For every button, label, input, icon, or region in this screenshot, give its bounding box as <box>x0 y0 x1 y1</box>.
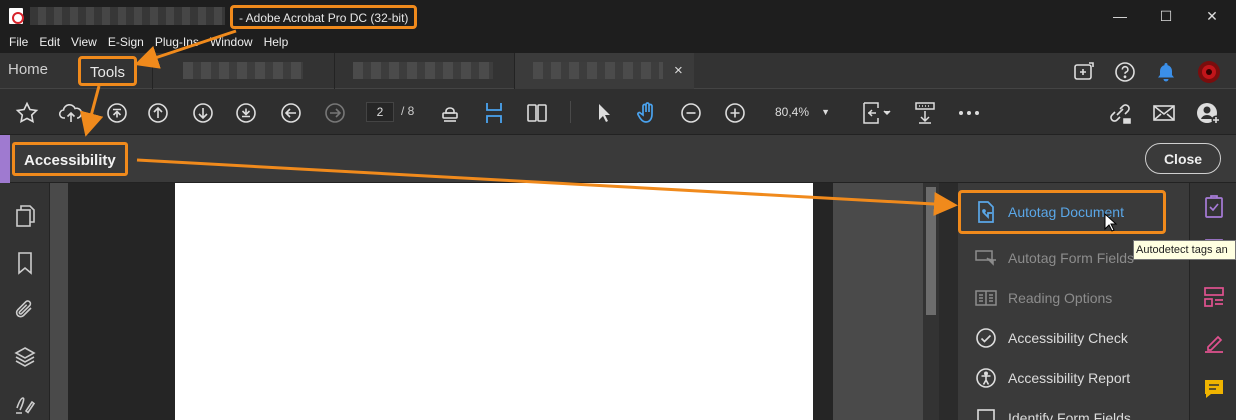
close-tool-button[interactable]: Close <box>1145 143 1221 174</box>
two-page-view-icon[interactable] <box>524 100 550 126</box>
page-number-input[interactable]: 2 <box>366 102 394 122</box>
accessibility-tool-icon[interactable] <box>1200 193 1228 221</box>
zoom-level-value: 80,4% <box>775 105 810 119</box>
pdf-page[interactable] <box>175 183 813 420</box>
redacted-tab-title <box>533 62 663 79</box>
scrollbar-thumb[interactable] <box>926 187 936 315</box>
share-review-icon[interactable] <box>1071 60 1097 84</box>
document-tab[interactable] <box>152 53 334 89</box>
menu-view[interactable]: View <box>66 33 103 53</box>
tab-home[interactable]: Home <box>8 61 48 78</box>
menu-help[interactable]: Help <box>259 33 295 53</box>
accessibility-report-icon <box>974 366 998 390</box>
last-page-icon[interactable] <box>233 100 259 126</box>
select-cursor-icon[interactable] <box>590 100 616 126</box>
document-tab[interactable] <box>334 53 514 89</box>
accessibility-check-item[interactable]: Accessibility Check <box>974 326 1184 350</box>
fit-page-icon[interactable] <box>481 100 507 126</box>
next-view-icon <box>322 100 348 126</box>
accessibility-check-label: Accessibility Check <box>1008 330 1128 346</box>
redacted-filename <box>30 7 225 25</box>
toolbar: 2 / 8 80,4% ▼ <box>0 89 1236 135</box>
menu-window[interactable]: Window <box>205 33 259 53</box>
toolbar-divider <box>570 101 571 123</box>
accessibility-check-icon <box>974 326 998 350</box>
tab-tools[interactable]: Tools <box>78 56 138 86</box>
menu-bar: File Edit View E-Sign Plug-Ins Window He… <box>0 33 1236 53</box>
document-tab-active[interactable] <box>514 53 694 89</box>
email-icon[interactable] <box>1151 100 1177 126</box>
signatures-icon[interactable] <box>12 392 38 418</box>
close-window-button[interactable]: ✕ <box>1192 4 1232 28</box>
minimize-button[interactable]: — <box>1100 4 1140 28</box>
attachments-icon[interactable] <box>12 296 38 322</box>
close-tab-icon[interactable]: × <box>674 62 683 79</box>
previous-view-icon[interactable] <box>278 100 304 126</box>
right-tools-rail <box>1189 183 1236 420</box>
page-thumbnails-icon[interactable] <box>12 203 38 229</box>
window-title: - Adobe Acrobat Pro DC (32-bit) <box>230 5 418 29</box>
autotag-document-icon <box>974 200 998 224</box>
page-total: / 8 <box>401 104 415 118</box>
identify-form-fields-label: Identify Form Fields <box>1008 410 1131 420</box>
autotag-document-item[interactable]: Autotag Document <box>958 190 1166 234</box>
previous-page-icon[interactable] <box>145 100 171 126</box>
next-page-icon[interactable] <box>190 100 216 126</box>
vertical-scrollbar[interactable] <box>923 183 939 420</box>
accessibility-report-item[interactable]: Accessibility Report <box>974 366 1184 390</box>
share-link-icon[interactable] <box>1107 100 1133 126</box>
tools-list: Autotag Document Autotag Form Fields Rea… <box>958 183 1189 420</box>
redacted-tab-title <box>353 62 493 79</box>
menu-plugins[interactable]: Plug-Ins <box>150 33 205 53</box>
menu-edit[interactable]: Edit <box>34 33 66 53</box>
tool-title: Accessibility <box>12 142 128 176</box>
chevron-down-icon: ▼ <box>821 107 830 117</box>
identify-form-fields-icon <box>974 406 998 420</box>
zoom-in-icon[interactable] <box>722 100 748 126</box>
page-display-options-icon[interactable] <box>860 100 894 126</box>
acrobat-app-icon <box>9 8 24 24</box>
menu-file[interactable]: File <box>4 33 34 53</box>
zoom-out-icon[interactable] <box>678 100 704 126</box>
autotag-form-fields-label: Autotag Form Fields <box>1008 250 1135 266</box>
notification-bell-icon[interactable] <box>1153 60 1179 84</box>
cloud-upload-icon[interactable] <box>58 100 84 126</box>
maximize-button[interactable]: ☐ <box>1146 4 1186 28</box>
title-bar: - Adobe Acrobat Pro DC (32-bit) — ☐ ✕ <box>0 0 1236 33</box>
bookmarks-icon[interactable] <box>12 250 38 276</box>
add-user-icon[interactable] <box>1196 100 1222 126</box>
first-page-icon[interactable] <box>104 100 130 126</box>
stamp-icon[interactable] <box>437 100 463 126</box>
accessibility-tools-pane: Autotag Document Autotag Form Fields Rea… <box>939 183 1189 420</box>
fill-sign-tool-icon[interactable] <box>1200 329 1228 357</box>
accessibility-report-label: Accessibility Report <box>1008 370 1131 386</box>
scroll-mode-icon[interactable] <box>912 100 938 126</box>
document-viewport[interactable] <box>50 183 923 420</box>
organize-pages-tool-icon[interactable] <box>1200 283 1228 311</box>
comment-tool-icon[interactable] <box>1200 375 1228 403</box>
reading-options-item: Reading Options <box>974 286 1184 310</box>
layers-icon[interactable] <box>12 344 38 370</box>
avatar[interactable] <box>1196 60 1222 84</box>
autotag-tooltip: Autodetect tags an <box>1133 240 1236 260</box>
identify-form-fields-item[interactable]: Identify Form Fields <box>974 406 1184 420</box>
left-navigation-rail <box>0 183 50 420</box>
help-icon[interactable] <box>1112 60 1138 84</box>
bookmark-star-icon[interactable] <box>14 100 40 126</box>
reading-options-label: Reading Options <box>1008 290 1113 306</box>
zoom-level-dropdown[interactable]: 80,4% ▼ <box>768 101 834 123</box>
hand-tool-icon[interactable] <box>634 100 660 126</box>
mouse-cursor-icon <box>1104 212 1118 238</box>
redacted-tab-title <box>183 62 303 79</box>
menu-esign[interactable]: E-Sign <box>103 33 150 53</box>
tool-accent-stripe <box>0 135 10 183</box>
tab-bar: Home Tools × <box>0 53 1236 89</box>
autotag-form-fields-icon <box>974 246 998 270</box>
more-options-icon[interactable] <box>956 100 982 126</box>
reading-options-icon <box>974 286 998 310</box>
tool-header-bar: Accessibility Close <box>0 135 1236 183</box>
